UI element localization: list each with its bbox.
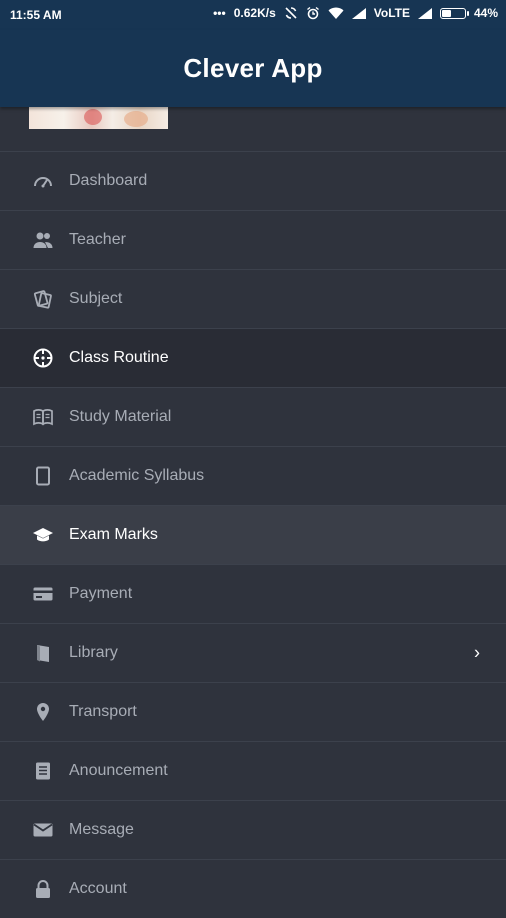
mail-icon (32, 819, 54, 841)
menu-item-message[interactable]: Message (0, 800, 506, 859)
chevron-right-icon[interactable]: › (474, 643, 480, 664)
menu-label: Library (69, 644, 118, 661)
location-pin-icon (32, 701, 54, 723)
drawer-menu: Dashboard Teacher Subject Class Routine (0, 151, 506, 918)
network-type: VoLTE (373, 6, 410, 20)
sync-off-icon (284, 6, 298, 20)
lock-icon (32, 878, 54, 900)
navigation-drawer: Dashboard Teacher Subject Class Routine (0, 107, 506, 900)
book-icon (32, 406, 54, 428)
menu-label: Account (69, 880, 127, 897)
cards-icon (32, 288, 54, 310)
menu-label: Study Material (69, 408, 172, 425)
library-book-icon (32, 642, 54, 664)
tablet-icon (32, 465, 54, 487)
menu-label: Transport (69, 703, 137, 720)
menu-label: Exam Marks (69, 526, 158, 543)
menu-item-transport[interactable]: Transport (0, 682, 506, 741)
credit-card-icon (32, 583, 54, 605)
alarm-icon (306, 6, 320, 20)
menu-item-teacher[interactable]: Teacher (0, 210, 506, 269)
menu-item-subject[interactable]: Subject (0, 269, 506, 328)
app-bar: Clever App (0, 30, 506, 107)
wifi-icon (328, 7, 344, 20)
menu-item-study-material[interactable]: Study Material (0, 387, 506, 446)
status-right: ••• 0.62K/s VoLTE 44% (213, 6, 498, 20)
battery-icon (439, 7, 469, 19)
more-dots-icon: ••• (213, 6, 226, 20)
menu-item-account[interactable]: Account (0, 859, 506, 918)
people-icon (32, 229, 54, 251)
menu-item-dashboard[interactable]: Dashboard (0, 151, 506, 210)
document-icon (32, 760, 54, 782)
menu-label: Academic Syllabus (69, 467, 205, 484)
menu-label: Class Routine (69, 349, 169, 366)
battery-level-fill (441, 9, 452, 17)
battery-percent: 44% (473, 6, 498, 20)
menu-item-academic-syllabus[interactable]: Academic Syllabus (0, 446, 506, 505)
menu-item-class-routine[interactable]: Class Routine (0, 328, 506, 387)
app-title: Clever App (183, 53, 323, 83)
graduation-cap-icon (32, 524, 54, 546)
menu-item-payment[interactable]: Payment (0, 564, 506, 623)
menu-label: Teacher (69, 231, 126, 248)
menu-label: Anouncement (69, 762, 168, 779)
speedometer-icon (32, 170, 54, 192)
signal-icon-2 (417, 7, 432, 19)
signal-icon (351, 7, 366, 19)
menu-item-anouncement[interactable]: Anouncement (0, 741, 506, 800)
network-speed: 0.62K/s (233, 6, 276, 20)
menu-item-exam-marks[interactable]: Exam Marks (0, 505, 506, 564)
menu-label: Payment (69, 585, 133, 602)
header-banner-image (29, 107, 168, 129)
status-time: 11:55 AM (10, 8, 62, 22)
menu-label: Subject (69, 290, 123, 307)
compass-icon (32, 347, 54, 369)
menu-label: Dashboard (69, 172, 148, 189)
status-bar: 11:55 AM ••• 0.62K/s VoLTE 44% (0, 0, 506, 30)
menu-label: Message (69, 821, 134, 838)
menu-item-library[interactable]: Library › (0, 623, 506, 682)
